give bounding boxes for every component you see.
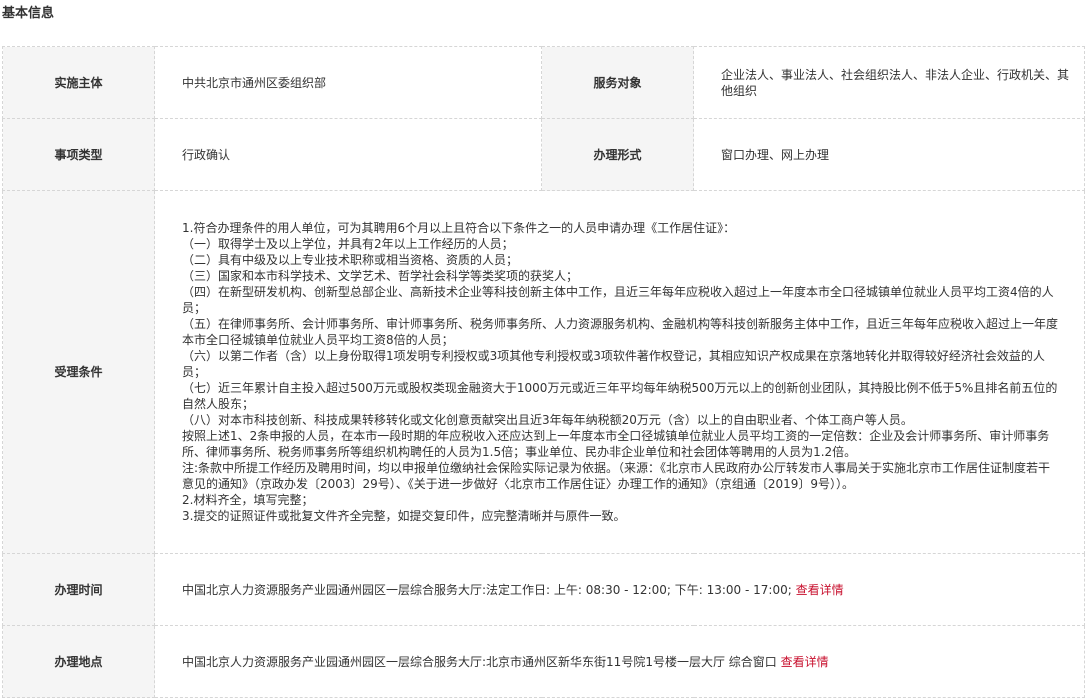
condition-line: 2.材料齐全，填写完整； — [182, 493, 314, 507]
item-type-value: 行政确认 — [154, 118, 542, 191]
condition-line: （四）在新型研发机构、创新型总部企业、高新技术企业等科技创新主体中工作，且近三年… — [182, 285, 1054, 315]
implementer-label: 实施主体 — [2, 46, 155, 119]
item-type-label: 事项类型 — [2, 118, 155, 191]
service-target-label: 服务对象 — [541, 46, 694, 119]
location-label: 办理地点 — [2, 625, 155, 698]
table-row: 办理地点 中国北京人力资源服务产业园通州园区一层综合服务大厅:北京市通州区新华东… — [2, 625, 1085, 698]
handling-form-value: 窗口办理、网上办理 — [693, 118, 1085, 191]
condition-line: （八）对本市科技创新、科技成果转移转化或文化创意贡献突出且近3年每年纳税额20万… — [182, 413, 913, 427]
table-row: 事项类型 行政确认 办理形式 窗口办理、网上办理 — [2, 118, 1085, 191]
condition-line: （二）具有中级及以上专业技术职称或相当资格、资质的人员； — [182, 253, 519, 267]
hours-text: 中国北京人力资源服务产业园通州园区一层综合服务大厅:法定工作日: 上午: 08:… — [182, 582, 792, 597]
basic-info-table: 实施主体 中共北京市通州区委组织部 服务对象 企业法人、事业法人、社会组织法人、… — [2, 46, 1085, 698]
location-text: 中国北京人力资源服务产业园通州园区一层综合服务大厅:北京市通州区新华东街11号院… — [182, 654, 777, 669]
condition-line: （三）国家和本市科学技术、文学艺术、哲学社会科学等类奖项的获奖人； — [182, 269, 579, 283]
hours-value: 中国北京人力资源服务产业园通州园区一层综合服务大厅:法定工作日: 上午: 08:… — [154, 553, 1085, 626]
condition-line: （六）以第二作者（含）以上身份取得1项发明专利授权或3项其他专利授权或3项软件著… — [182, 349, 1045, 379]
section-title: 基本信息 — [2, 6, 55, 21]
hours-label: 办理时间 — [2, 553, 155, 626]
location-value: 中国北京人力资源服务产业园通州园区一层综合服务大厅:北京市通州区新华东街11号院… — [154, 625, 1085, 698]
hours-detail-link[interactable]: 查看详情 — [796, 583, 844, 597]
table-row: 受理条件 1.符合办理条件的用人单位，可为其聘用6个月以上且符合以下条件之一的人… — [2, 190, 1085, 554]
condition-line: （一）取得学士及以上学位，并具有2年以上工作经历的人员； — [182, 237, 514, 251]
conditions-value: 1.符合办理条件的用人单位，可为其聘用6个月以上且符合以下条件之一的人员申请办理… — [154, 190, 1085, 554]
table-row: 办理时间 中国北京人力资源服务产业园通州园区一层综合服务大厅:法定工作日: 上午… — [2, 553, 1085, 626]
condition-line: 按照上述1、2条申报的人员，在本市一段时期的年应税收入还应达到上一年度本市全口径… — [182, 429, 1050, 459]
condition-line: （五）在律师事务所、会计师事务所、审计师事务所、税务师事务所、人力资源服务机构、… — [182, 317, 1059, 347]
service-target-value: 企业法人、事业法人、社会组织法人、非法人企业、行政机关、其他组织 — [693, 46, 1085, 119]
condition-line: 1.符合办理条件的用人单位，可为其聘用6个月以上且符合以下条件之一的人员申请办理… — [182, 221, 736, 235]
condition-line: 3.提交的证照证件或批复文件齐全完整，如提交复印件，应完整清晰并与原件一致。 — [182, 509, 626, 523]
handling-form-label: 办理形式 — [541, 118, 694, 191]
implementer-value: 中共北京市通州区委组织部 — [154, 46, 542, 119]
table-row: 实施主体 中共北京市通州区委组织部 服务对象 企业法人、事业法人、社会组织法人、… — [2, 46, 1085, 119]
conditions-label: 受理条件 — [2, 190, 155, 554]
location-detail-link[interactable]: 查看详情 — [781, 655, 829, 669]
condition-line: 注:条款中所提工作经历及聘用时间，均以申报单位缴纳社会保险实际记录为依据。（来源… — [182, 461, 1051, 491]
condition-line: （七）近三年累计自主投入超过500万元或股权类现金融资大于1000万元或近三年平… — [182, 381, 1058, 411]
